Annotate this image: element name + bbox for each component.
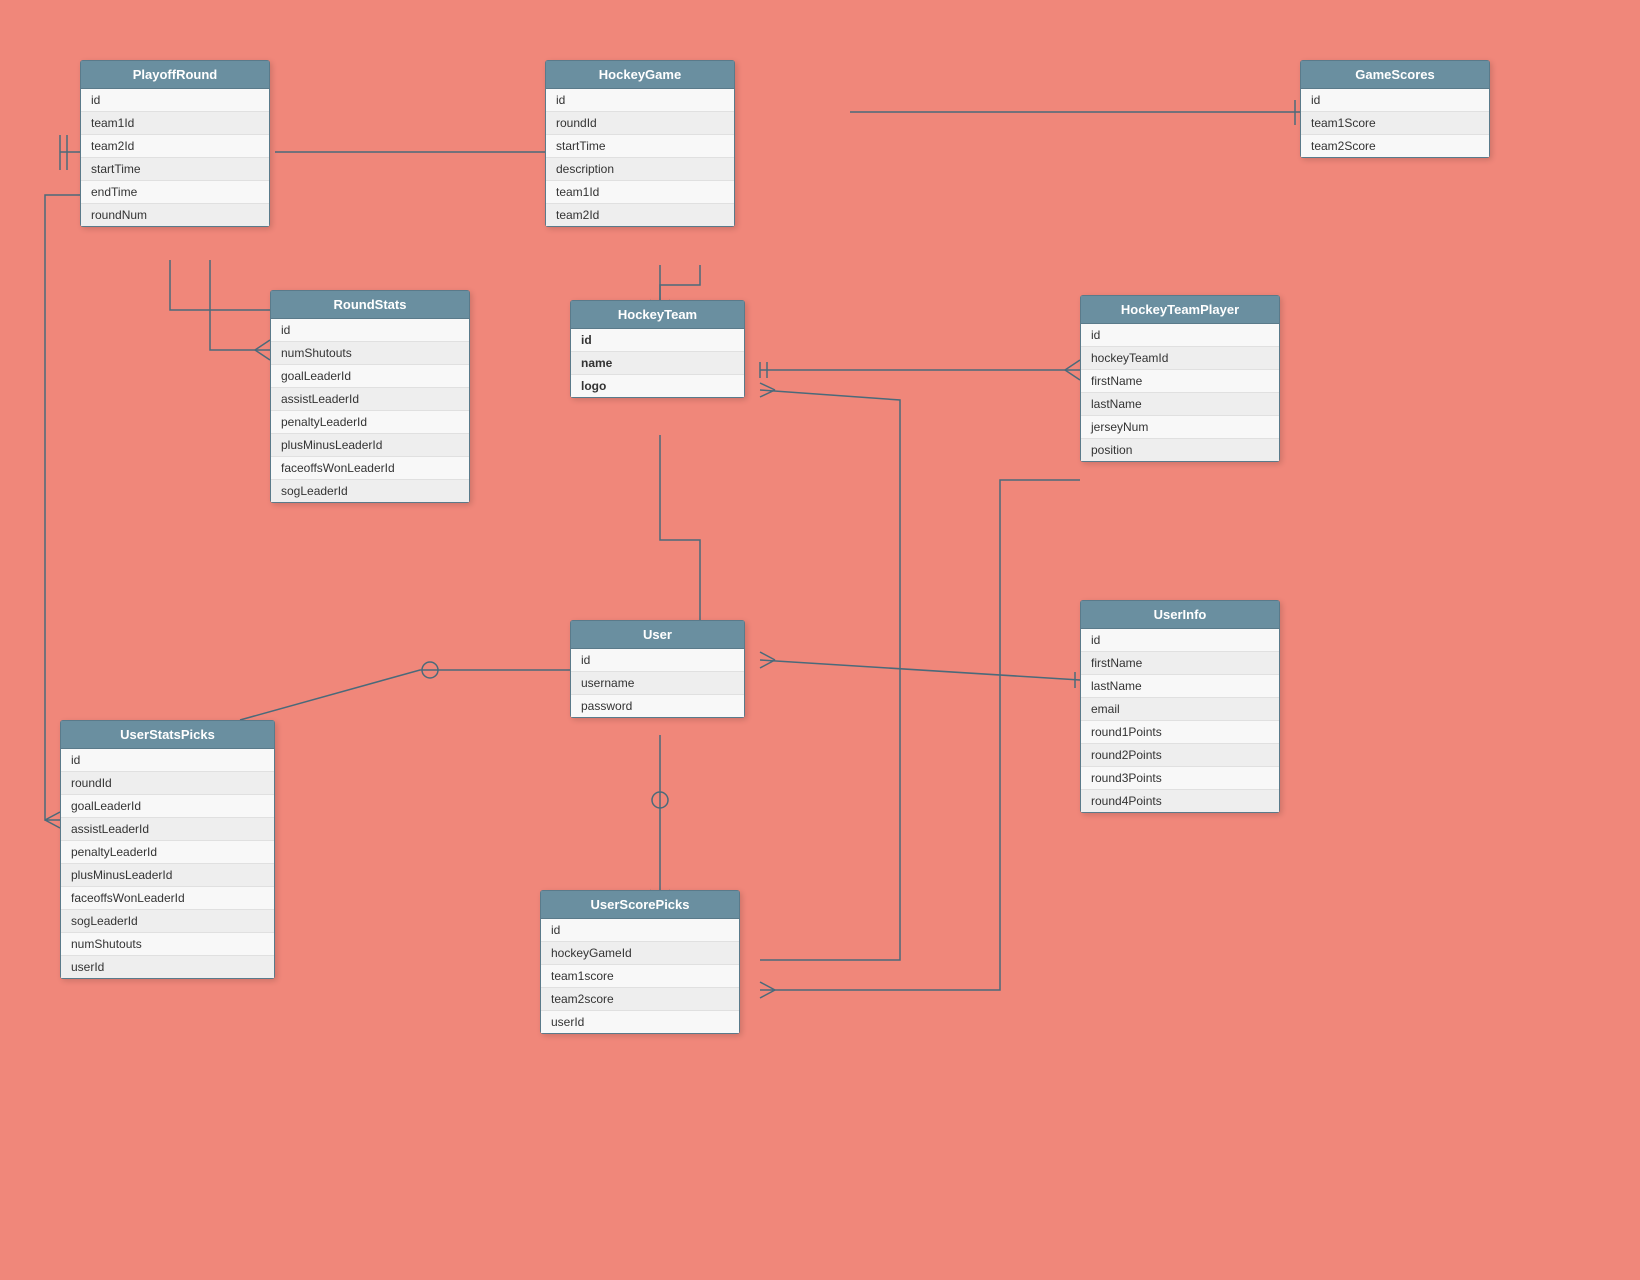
entity-gamescores: GameScores id team1Score team2Score — [1300, 60, 1490, 158]
field-row: id — [271, 319, 469, 342]
field-row: firstName — [1081, 370, 1279, 393]
entity-hockeygame: HockeyGame id roundId startTime descript… — [545, 60, 735, 227]
entity-userscorepicks-header: UserScorePicks — [541, 891, 739, 919]
field-row: roundId — [546, 112, 734, 135]
field-row: position — [1081, 439, 1279, 461]
entity-userscorepicks: UserScorePicks id hockeyGameId team1scor… — [540, 890, 740, 1034]
field-row: plusMinusLeaderId — [61, 864, 274, 887]
field-row: description — [546, 158, 734, 181]
entity-userstatspicks: UserStatsPicks id roundId goalLeaderId a… — [60, 720, 275, 979]
field-row: name — [571, 352, 744, 375]
field-row: startTime — [81, 158, 269, 181]
entity-playoffround: PlayoffRound id team1Id team2Id startTim… — [80, 60, 270, 227]
field-row: faceoffsWonLeaderId — [61, 887, 274, 910]
entity-user: User id username password — [570, 620, 745, 718]
field-row: team1Id — [546, 181, 734, 204]
field-row: id — [1081, 629, 1279, 652]
entity-gamescores-header: GameScores — [1301, 61, 1489, 89]
field-row: username — [571, 672, 744, 695]
field-row: endTime — [81, 181, 269, 204]
field-row: sogLeaderId — [61, 910, 274, 933]
entity-hockeyteamplayer-header: HockeyTeamPlayer — [1081, 296, 1279, 324]
field-row: logo — [571, 375, 744, 397]
entity-playoffround-header: PlayoffRound — [81, 61, 269, 89]
field-row: firstName — [1081, 652, 1279, 675]
field-row: lastName — [1081, 393, 1279, 416]
field-row: roundId — [61, 772, 274, 795]
entity-hockeyteam-header: HockeyTeam — [571, 301, 744, 329]
field-row: id — [81, 89, 269, 112]
field-row: id — [1301, 89, 1489, 112]
entity-user-header: User — [571, 621, 744, 649]
field-row: roundNum — [81, 204, 269, 226]
entity-hockeyteam: HockeyTeam id name logo — [570, 300, 745, 398]
field-row: hockeyGameId — [541, 942, 739, 965]
entity-roundstats-header: RoundStats — [271, 291, 469, 319]
field-row: team2Score — [1301, 135, 1489, 157]
field-row: id — [571, 649, 744, 672]
field-row: assistLeaderId — [271, 388, 469, 411]
field-row: id — [61, 749, 274, 772]
field-row: jerseyNum — [1081, 416, 1279, 439]
field-row: round2Points — [1081, 744, 1279, 767]
field-row: plusMinusLeaderId — [271, 434, 469, 457]
field-row: round3Points — [1081, 767, 1279, 790]
entity-hockeyteamplayer: HockeyTeamPlayer id hockeyTeamId firstNa… — [1080, 295, 1280, 462]
field-row: startTime — [546, 135, 734, 158]
field-row: id — [541, 919, 739, 942]
field-row: numShutouts — [61, 933, 274, 956]
field-row: goalLeaderId — [61, 795, 274, 818]
field-row: userId — [61, 956, 274, 978]
entity-userinfo-header: UserInfo — [1081, 601, 1279, 629]
field-row: team1Score — [1301, 112, 1489, 135]
field-row: round4Points — [1081, 790, 1279, 812]
field-row: penaltyLeaderId — [61, 841, 274, 864]
field-row: password — [571, 695, 744, 717]
entity-hockeygame-header: HockeyGame — [546, 61, 734, 89]
field-row: round1Points — [1081, 721, 1279, 744]
field-row: goalLeaderId — [271, 365, 469, 388]
field-row: assistLeaderId — [61, 818, 274, 841]
field-row: faceoffsWonLeaderId — [271, 457, 469, 480]
entity-roundstats: RoundStats id numShutouts goalLeaderId a… — [270, 290, 470, 503]
field-row: id — [571, 329, 744, 352]
field-row: team1score — [541, 965, 739, 988]
field-row: team2Id — [81, 135, 269, 158]
field-row: hockeyTeamId — [1081, 347, 1279, 370]
field-row: id — [546, 89, 734, 112]
field-row: penaltyLeaderId — [271, 411, 469, 434]
field-row: userId — [541, 1011, 739, 1033]
field-row: email — [1081, 698, 1279, 721]
field-row: lastName — [1081, 675, 1279, 698]
field-row: team1Id — [81, 112, 269, 135]
entity-userstatspicks-header: UserStatsPicks — [61, 721, 274, 749]
field-row: numShutouts — [271, 342, 469, 365]
field-row: team2score — [541, 988, 739, 1011]
field-row: team2Id — [546, 204, 734, 226]
diagram-container: PlayoffRound id team1Id team2Id startTim… — [0, 0, 1640, 1280]
field-row: id — [1081, 324, 1279, 347]
entity-userinfo: UserInfo id firstName lastName email rou… — [1080, 600, 1280, 813]
field-row: sogLeaderId — [271, 480, 469, 502]
